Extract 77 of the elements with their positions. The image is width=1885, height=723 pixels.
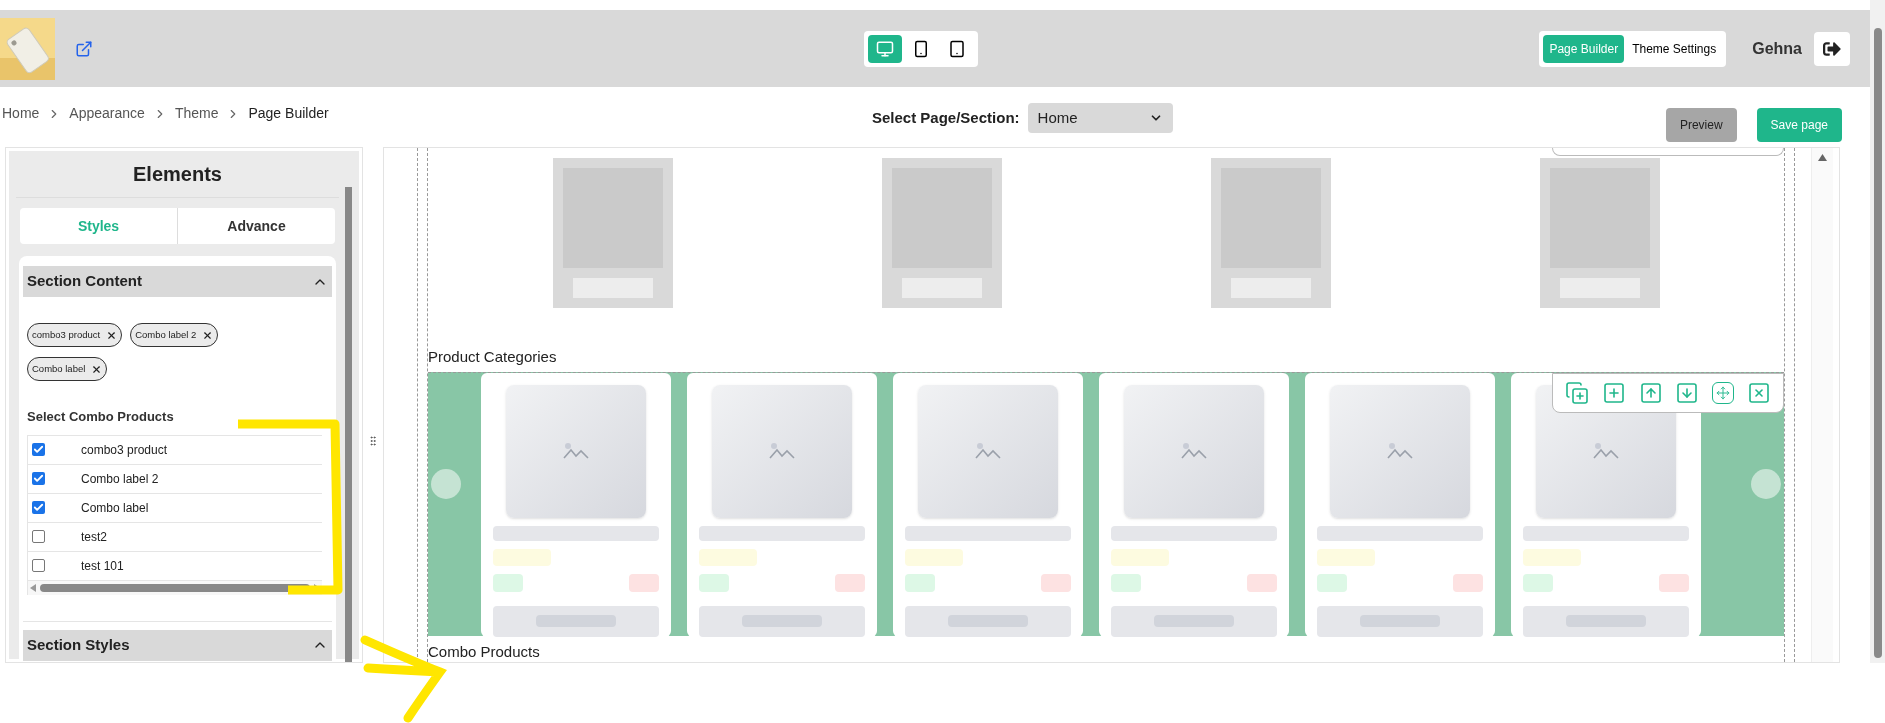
section-header[interactable]: Section Styles bbox=[23, 629, 332, 661]
tag-placeholder bbox=[1317, 574, 1347, 593]
panel-tab[interactable]: Advance bbox=[177, 208, 335, 244]
close-icon[interactable] bbox=[91, 363, 103, 375]
image-icon bbox=[769, 442, 795, 461]
section-label: Combo Products bbox=[428, 643, 540, 660]
image-icon bbox=[1387, 442, 1413, 461]
option-label: Combo label 2 bbox=[81, 470, 159, 488]
tag-placeholder bbox=[629, 574, 659, 593]
price-placeholder bbox=[1523, 548, 1581, 567]
chip-label: combo3 product bbox=[32, 327, 101, 342]
move-down-icon[interactable] bbox=[1675, 381, 1700, 405]
tag-placeholder bbox=[1111, 574, 1141, 593]
option-label: Combo label bbox=[81, 499, 149, 517]
close-icon[interactable] bbox=[106, 329, 118, 341]
image-icon bbox=[975, 442, 1001, 461]
close-icon[interactable] bbox=[202, 329, 214, 341]
list-label: Select Combo Products bbox=[27, 408, 175, 426]
drag-icon[interactable] bbox=[1711, 382, 1734, 404]
check-icon bbox=[33, 502, 44, 513]
price-placeholder bbox=[493, 548, 551, 567]
price-placeholder bbox=[1317, 548, 1375, 567]
resize-handle-icon[interactable] bbox=[367, 435, 379, 447]
option-row[interactable]: combo3 product bbox=[28, 434, 322, 464]
panel-title: Elements bbox=[16, 151, 339, 198]
tag-placeholder bbox=[1041, 574, 1071, 593]
checkbox[interactable] bbox=[32, 443, 45, 456]
scrollbar-thumb[interactable] bbox=[40, 583, 310, 592]
option-label: test 101 bbox=[81, 557, 124, 575]
section-header[interactable]: Section Content bbox=[23, 266, 332, 297]
option-row[interactable]: test 101 bbox=[28, 550, 322, 580]
add-icon[interactable] bbox=[1602, 381, 1626, 405]
image-icon bbox=[1181, 442, 1207, 461]
option-label: combo3 product bbox=[81, 441, 168, 459]
price-placeholder bbox=[905, 548, 963, 567]
checkbox[interactable] bbox=[32, 559, 45, 572]
breadcrumb-item[interactable]: Theme bbox=[174, 103, 219, 124]
page-select[interactable]: Home bbox=[1027, 103, 1173, 133]
tag-placeholder bbox=[699, 574, 729, 593]
page-select-label: Select Page/Section: bbox=[872, 107, 1020, 128]
image-icon bbox=[563, 442, 589, 461]
breadcrumb-item[interactable]: Appearance bbox=[69, 103, 145, 124]
tag-placeholder bbox=[1659, 574, 1689, 593]
action-button[interactable]: Preview bbox=[1665, 108, 1737, 142]
price-placeholder bbox=[699, 548, 757, 567]
checkbox[interactable] bbox=[32, 472, 45, 485]
price-placeholder bbox=[1111, 548, 1169, 567]
tablet-icon bbox=[948, 39, 967, 58]
chip-label: Combo label bbox=[32, 361, 86, 376]
tag-placeholder bbox=[1247, 574, 1277, 593]
tag-placeholder bbox=[1523, 574, 1553, 593]
check-icon bbox=[33, 444, 44, 455]
section-label: Product Categories bbox=[428, 346, 557, 367]
tag-placeholder bbox=[493, 574, 523, 593]
logout-icon bbox=[1823, 39, 1841, 58]
checkbox[interactable] bbox=[32, 501, 45, 514]
monitor-icon bbox=[876, 39, 895, 58]
external-link-icon[interactable] bbox=[75, 39, 93, 58]
check-icon bbox=[33, 473, 44, 484]
checkbox[interactable] bbox=[32, 530, 45, 543]
tag-placeholder bbox=[905, 574, 935, 593]
scroll-up-icon[interactable] bbox=[1818, 154, 1827, 161]
option-row[interactable]: Combo label 2 bbox=[28, 463, 322, 493]
breadcrumb-item[interactable]: Home bbox=[2, 103, 40, 124]
scroll-left-icon[interactable] bbox=[30, 583, 36, 592]
chip-label: Combo label 2 bbox=[135, 327, 197, 342]
tag-placeholder bbox=[1453, 574, 1483, 593]
user-name: Gehna bbox=[1752, 38, 1802, 59]
image-icon bbox=[1593, 442, 1619, 461]
option-label: test2 bbox=[81, 528, 107, 546]
move-up-icon[interactable] bbox=[1638, 381, 1663, 405]
option-row[interactable]: Combo label bbox=[28, 492, 322, 522]
duplicate-icon[interactable] bbox=[1565, 381, 1590, 405]
option-row[interactable]: test2 bbox=[28, 521, 322, 551]
logout-button[interactable] bbox=[1814, 31, 1850, 66]
tag-placeholder bbox=[835, 574, 865, 593]
breadcrumb-item: Page Builder bbox=[248, 104, 329, 123]
